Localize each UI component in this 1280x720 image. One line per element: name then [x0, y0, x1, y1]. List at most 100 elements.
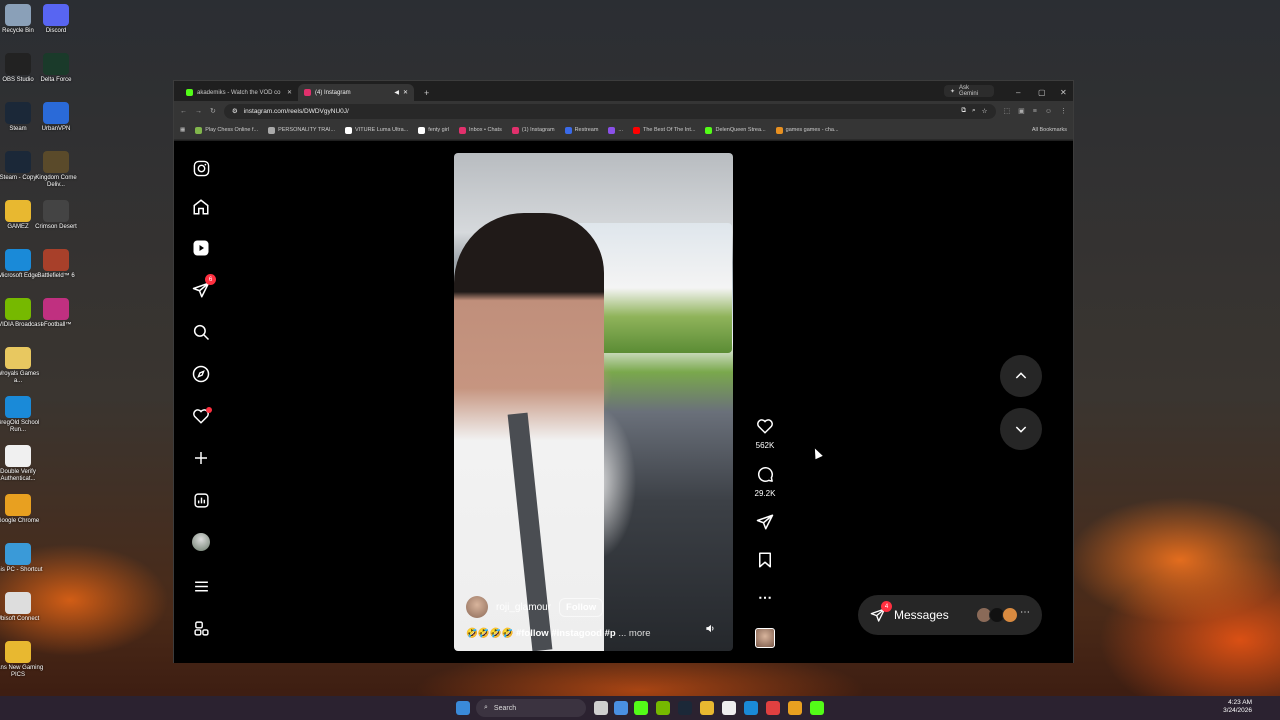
profile-icon[interactable]: ☺ — [1045, 108, 1052, 115]
start-windows-icon[interactable] — [456, 701, 470, 715]
menu-dots-icon[interactable]: ⋮ — [1060, 107, 1067, 115]
save-bookmark-icon[interactable] — [752, 551, 778, 574]
bookmark-item[interactable]: Restream — [564, 126, 598, 134]
steam-icon[interactable] — [678, 701, 692, 715]
bookmark-label: PERSONALITY TRAI... — [278, 127, 336, 133]
notifications-heart-icon[interactable] — [190, 405, 212, 427]
desktop-icon[interactable]: Ubisoft Connect — [0, 592, 44, 623]
bookmark-item[interactable]: Play Chess Online f... — [195, 126, 258, 134]
new-tab-button[interactable]: + — [418, 84, 434, 101]
extensions-icon[interactable]: ⬚ — [1004, 107, 1011, 115]
nvidia-icon[interactable] — [656, 701, 670, 715]
dashboard-icon[interactable] — [190, 489, 212, 511]
bookmark-item[interactable]: DelenQueen Strea... — [705, 126, 766, 134]
desktop-icon[interactable]: Delta Force — [30, 53, 82, 84]
tab-kick[interactable]: akademiks - Watch the VOD co ✕ — [180, 84, 298, 101]
kick-icon[interactable] — [810, 701, 824, 715]
app-icon — [43, 249, 69, 271]
app-icon — [43, 102, 69, 124]
message-avatars: ⋯ — [976, 607, 1030, 623]
task-view-icon[interactable] — [594, 701, 608, 715]
explore-icon[interactable] — [190, 363, 212, 385]
desktop-icon[interactable]: Crimson Desert — [30, 200, 82, 231]
system-clock[interactable]: 4:23 AM 3/24/2026 — [1223, 699, 1252, 715]
bookmark-item[interactable]: fenty girl — [418, 126, 449, 134]
site-info-icon[interactable]: ⚙ — [232, 107, 238, 115]
messages-nav-icon[interactable]: 6 — [190, 274, 216, 301]
reload-icon[interactable]: ↻ — [210, 107, 216, 115]
bookmark-item[interactable]: The Best Of The Int... — [633, 126, 695, 134]
desktop-icon[interactable]: Dans New Gaming PICS — [0, 641, 44, 679]
reel-video[interactable]: roji_glamour Follow 🤣🤣🤣🤣 #follow #instag… — [454, 153, 733, 651]
share-icon[interactable] — [752, 513, 778, 536]
ask-gemini-button[interactable]: ✦ Ask Gemini — [944, 85, 994, 97]
zoom-icon[interactable]: ⌕ — [972, 107, 976, 115]
desktop-icon[interactable]: UrbanVPN — [30, 102, 82, 133]
audio-thumbnail[interactable] — [752, 628, 778, 653]
bookmark-favicon-icon — [345, 126, 353, 134]
install-icon[interactable]: ⧉ — [961, 107, 966, 115]
author-avatar[interactable] — [466, 596, 488, 618]
address-row: ← → ↻ ⚙ instagram.com/reels/DWDVgyNU0J/ … — [174, 101, 1073, 121]
like-heart-icon[interactable] — [756, 417, 774, 435]
bookmark-item[interactable]: PERSONALITY TRAI... — [268, 126, 336, 134]
desktop-icon[interactable]: This PC - Shortcut — [0, 543, 44, 574]
desktop-icon[interactable]: Google Chrome — [0, 494, 44, 525]
minimize-button[interactable]: – — [1010, 84, 1024, 101]
address-bar[interactable]: ⚙ instagram.com/reels/DWDVgyNU0J/ ⧉ ⌕ ☆ — [223, 103, 996, 119]
apps-icon[interactable]: ▦ — [180, 127, 185, 133]
bookmark-star-icon[interactable]: ☆ — [982, 107, 988, 115]
file-explorer-icon[interactable] — [700, 701, 714, 715]
sidebar-icon[interactable]: ▣ — [1018, 107, 1025, 115]
bookmark-label: ... — [618, 127, 623, 133]
forward-icon[interactable]: → — [195, 108, 202, 115]
settings-icon[interactable] — [614, 701, 628, 715]
desktop-icon[interactable]: GregOld School Run... — [0, 396, 44, 434]
desktop-icon[interactable]: Discord — [30, 4, 82, 35]
bookmark-item[interactable]: Inbox • Chats — [459, 126, 502, 134]
maximize-button[interactable]: ▢ — [1032, 84, 1046, 101]
also-from-meta-icon[interactable] — [190, 617, 212, 639]
cast-icon[interactable]: ≡ — [1033, 108, 1037, 115]
all-bookmarks-button[interactable]: All Bookmarks — [1032, 127, 1067, 133]
desktop-icon[interactable]: Battlefield™ 6 — [30, 249, 82, 280]
comment-icon[interactable] — [756, 465, 774, 483]
close-tab-icon[interactable]: ✕ — [287, 89, 292, 96]
bookmark-item[interactable]: (1) Instagram — [511, 126, 555, 134]
previous-reel-button[interactable] — [1000, 355, 1042, 397]
notepad-icon[interactable] — [722, 701, 736, 715]
desktop-icon-label: GregOld School Run... — [0, 420, 40, 433]
reels-icon[interactable] — [190, 237, 212, 259]
instagram-logo-icon[interactable] — [190, 157, 212, 179]
follow-button[interactable]: Follow — [559, 597, 604, 617]
tab-instagram[interactable]: (4) Instagram ◀ ✕ — [298, 84, 414, 101]
search-icon[interactable] — [190, 321, 212, 343]
plus-icon: + — [424, 87, 430, 98]
desktop-icon[interactable]: Kingdom Come Deliv... — [30, 151, 82, 189]
chrome-icon[interactable] — [766, 701, 780, 715]
back-icon[interactable]: ← — [180, 108, 187, 115]
home-icon[interactable] — [190, 196, 212, 218]
profile-avatar[interactable] — [190, 531, 212, 553]
edge-icon[interactable] — [744, 701, 758, 715]
more-options-icon[interactable]: ⋯ — [752, 589, 778, 606]
bookmark-item[interactable]: games games - cha... — [775, 126, 839, 134]
volume-icon[interactable] — [705, 623, 717, 635]
kick-app-icon[interactable] — [634, 701, 648, 715]
next-reel-button[interactable] — [1000, 408, 1042, 450]
desktop-icon[interactable]: Double Verify Authenticat... — [0, 445, 44, 483]
author-username[interactable]: roji_glamour — [496, 602, 551, 613]
chrome-active-icon[interactable] — [788, 701, 802, 715]
caption-more-link[interactable]: ... more — [618, 628, 650, 639]
create-icon[interactable] — [190, 447, 212, 469]
close-tab-icon[interactable]: ✕ — [403, 89, 408, 96]
desktop-icon[interactable]: Wroyals Games a... — [0, 347, 44, 385]
close-window-button[interactable]: ✕ — [1054, 84, 1068, 101]
messages-pill[interactable]: 4 Messages ⋯ — [858, 595, 1042, 635]
desktop-icon[interactable]: eFootball™ — [30, 298, 82, 329]
bookmarks-bar: ▦ Play Chess Online f... PERSONALITY TRAI… — [174, 121, 1073, 140]
more-menu-icon[interactable] — [190, 575, 212, 597]
taskbar-search[interactable]: ⌕ Search — [476, 699, 586, 717]
bookmark-item[interactable]: VITURE Luma Ultra... — [345, 126, 408, 134]
bookmark-item[interactable]: ... — [608, 126, 623, 134]
